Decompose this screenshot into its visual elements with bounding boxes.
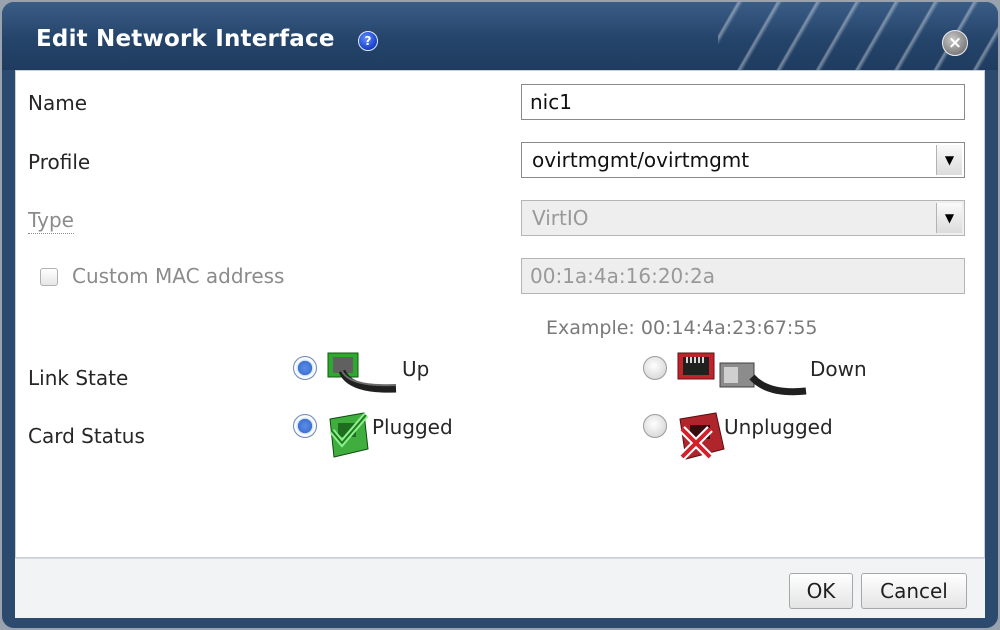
link-up-label: Up — [402, 357, 430, 381]
close-icon[interactable]: × — [942, 30, 968, 56]
dialog-content: Name Profile ovirtmgmt/ovirtmgmt ▼ Type … — [15, 70, 985, 558]
profile-select[interactable]: ovirtmgmt/ovirtmgmt ▼ — [521, 142, 965, 178]
dialog-footer: OK Cancel — [15, 558, 985, 618]
network-card-plugged-icon — [329, 412, 369, 458]
mac-address-input[interactable] — [521, 258, 965, 294]
link-down-radio[interactable] — [643, 356, 667, 380]
custom-mac-checkbox[interactable] — [40, 268, 58, 286]
link-up-radio[interactable] — [293, 356, 317, 380]
network-cable-unplugged-icon — [677, 352, 807, 396]
mac-example-hint: Example: 00:14:4a:23:67:55 — [546, 317, 818, 339]
card-unplugged-radio[interactable] — [643, 414, 667, 438]
name-input[interactable] — [521, 84, 965, 120]
type-label: Type — [28, 208, 74, 234]
help-icon[interactable]: ? — [358, 31, 378, 51]
dialog-title: Edit Network Interface — [36, 26, 335, 52]
card-plugged-radio[interactable] — [293, 414, 317, 438]
card-status-label: Card Status — [28, 424, 145, 448]
name-label: Name — [28, 91, 88, 115]
dialog-titlebar: Edit Network Interface ? × — [2, 2, 998, 70]
chevron-down-icon[interactable]: ▼ — [936, 203, 962, 233]
cancel-button[interactable]: Cancel — [861, 573, 967, 609]
profile-selected-value: ovirtmgmt/ovirtmgmt — [532, 148, 750, 172]
type-selected-value: VirtIO — [532, 206, 589, 230]
custom-mac-label: Custom MAC address — [72, 264, 285, 288]
link-state-label: Link State — [28, 366, 129, 390]
profile-label: Profile — [28, 150, 91, 174]
edit-network-interface-dialog: Edit Network Interface ? × Name Profile … — [2, 2, 998, 628]
chevron-down-icon[interactable]: ▼ — [936, 145, 962, 175]
card-unplugged-label: Unplugged — [724, 415, 833, 439]
link-down-label: Down — [810, 357, 867, 381]
ok-button[interactable]: OK — [789, 573, 853, 609]
card-plugged-label: Plugged — [372, 415, 453, 439]
type-select[interactable]: VirtIO ▼ — [521, 200, 965, 236]
network-card-unplugged-icon — [679, 412, 725, 460]
network-cable-plugged-icon — [327, 352, 397, 393]
